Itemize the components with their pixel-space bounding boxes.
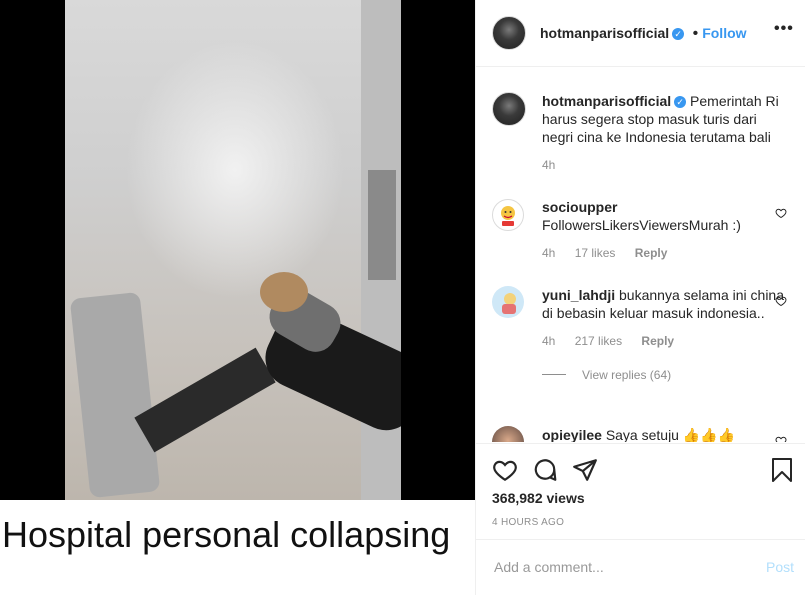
door [368, 170, 396, 280]
comment-username[interactable]: yuni_lahdji [542, 287, 615, 303]
post-header: hotmanparisofficial ✓ • Follow ••• [476, 0, 805, 67]
video-frame[interactable] [65, 0, 401, 500]
like-comment-heart-icon[interactable] [775, 435, 787, 442]
separator-dot: • [692, 25, 699, 42]
comment-meta: 4h 217 likes Reply [542, 334, 787, 348]
comment-text-block: hotmanparisofficial ✓ Pemerintah Ri harus… [542, 92, 787, 146]
avatar-illustration-icon [502, 293, 516, 314]
comment-likes[interactable]: 217 likes [575, 334, 622, 348]
like-comment-heart-icon[interactable] [775, 207, 787, 219]
like-heart-icon[interactable] [492, 457, 518, 483]
comment-text-block: opieyilee Saya setuju 👍👍👍 [542, 426, 787, 442]
avatar[interactable] [492, 286, 524, 318]
share-paper-plane-icon[interactable] [572, 457, 598, 483]
comment-meta: 4h 17 likes Reply [542, 246, 787, 260]
emoji-avatar-icon [501, 206, 515, 226]
save-bookmark-icon[interactable] [770, 457, 794, 483]
comment-time[interactable]: 4h [542, 158, 555, 172]
post-media[interactable]: Hospital personal collapsing [0, 0, 475, 595]
comment-meta: 4h [542, 158, 787, 172]
follow-button[interactable]: Follow [702, 25, 746, 41]
list-item: yuni_lahdji bukannya selama ini china di… [492, 286, 787, 384]
post-actions: 368,982 views 4 HOURS AGO [476, 443, 805, 540]
chair-seat [134, 347, 276, 453]
add-comment-bar: Post [476, 539, 805, 596]
video-caption-overlay: Hospital personal collapsing [0, 500, 475, 595]
verified-badge-icon: ✓ [674, 96, 687, 109]
comment-text-block: yuni_lahdji bukannya selama ini china di… [542, 286, 787, 322]
comment-time[interactable]: 4h [542, 246, 555, 260]
comment-username[interactable]: hotmanparisofficial [542, 93, 671, 109]
view-count[interactable]: 368,982 views [492, 490, 585, 506]
post-timestamp[interactable]: 4 HOURS AGO [492, 517, 564, 528]
post-comment-button[interactable]: Post [766, 559, 794, 575]
list-item: opieyilee Saya setuju 👍👍👍 [492, 426, 787, 442]
list-item: hotmanparisofficial ✓ Pemerintah Ri harus… [492, 92, 787, 172]
post-side-panel: hotmanparisofficial ✓ • Follow ••• hotmanp… [475, 0, 805, 595]
comment-text: FollowersLikersViewersMurah :) [542, 217, 741, 233]
view-replies-button[interactable]: View replies (64) [582, 368, 671, 382]
comment-bubble-icon[interactable] [532, 457, 558, 483]
person-head [260, 272, 308, 312]
comments-list[interactable]: hotmanparisofficial ✓ Pemerintah Ri harus… [476, 67, 805, 442]
view-replies-row[interactable]: View replies (64) [542, 366, 787, 384]
avatar[interactable] [492, 92, 526, 126]
smoke-haze [125, 40, 345, 300]
comment-username[interactable]: opieyilee [542, 427, 602, 442]
comment-input[interactable] [492, 558, 736, 576]
chair-back [69, 291, 161, 499]
reply-button[interactable]: Reply [635, 246, 668, 260]
header-username[interactable]: hotmanparisofficial [540, 25, 669, 41]
list-item: socioupper FollowersLikersViewersMurah :… [492, 198, 787, 260]
replies-divider [542, 374, 566, 376]
comment-time[interactable]: 4h [542, 334, 555, 348]
avatar[interactable] [492, 199, 524, 231]
like-comment-heart-icon[interactable] [775, 295, 787, 307]
comment-username[interactable]: socioupper [542, 198, 787, 216]
avatar[interactable] [492, 16, 526, 50]
more-options-icon[interactable]: ••• [774, 21, 794, 38]
comment-emoji: 👍👍👍 [682, 427, 736, 442]
avatar[interactable] [492, 426, 524, 442]
comment-text: Saya setuju [605, 427, 679, 442]
comment-likes[interactable]: 17 likes [575, 246, 616, 260]
reply-button[interactable]: Reply [641, 334, 674, 348]
verified-badge-icon: ✓ [672, 27, 685, 40]
